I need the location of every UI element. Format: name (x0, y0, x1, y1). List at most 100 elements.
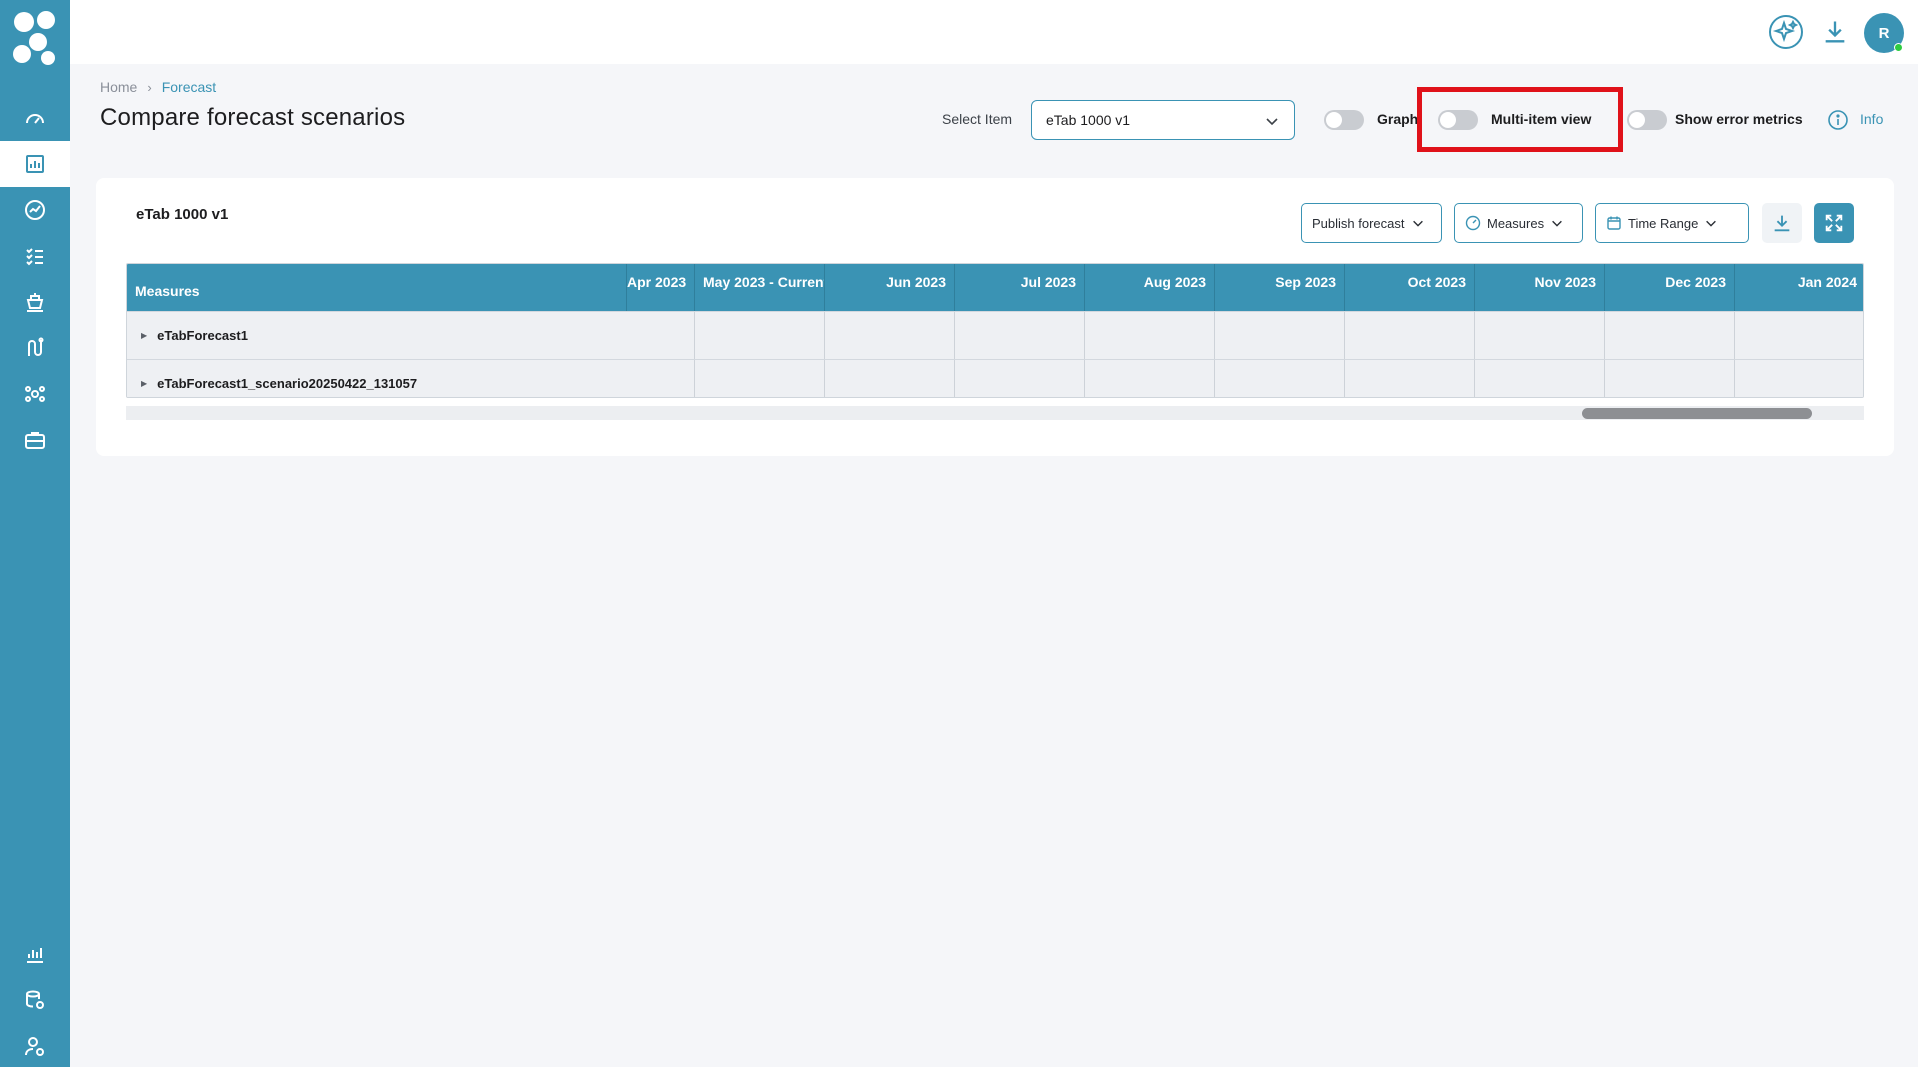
table-cell[interactable] (1604, 312, 1734, 360)
breadcrumb-home[interactable]: Home (100, 79, 137, 95)
horizontal-scrollbar[interactable] (126, 406, 1864, 420)
error-metrics-toggle[interactable] (1627, 110, 1667, 130)
nav-routes[interactable] (0, 325, 70, 371)
column-header[interactable]: Nov 2023 (1474, 264, 1604, 311)
table-cell[interactable] (1344, 312, 1474, 360)
nav-reports[interactable] (0, 931, 70, 977)
table-header: Measures Apr 2023 May 2023 - Current Jun… (127, 264, 1863, 311)
chevron-down-icon (1412, 220, 1423, 227)
column-header[interactable]: Jun 2023 (824, 264, 954, 311)
sparkle-icon (1769, 15, 1803, 49)
user-avatar[interactable]: R (1864, 13, 1904, 53)
row-label[interactable]: ▶ eTabForecast1_scenario20250422_131057 (141, 376, 417, 391)
download-button[interactable] (1817, 14, 1853, 50)
table-cell[interactable] (1604, 360, 1734, 397)
scenario-card: eTab 1000 v1 Publish forecast Measures T… (96, 178, 1894, 456)
table-row: ▶ eTabForecast1_scenario20250422_131057 (127, 359, 1863, 397)
nav-shipping[interactable] (0, 279, 70, 325)
row-label[interactable]: ▶ eTabForecast1 (141, 328, 248, 343)
app-logo-icon[interactable] (10, 8, 60, 72)
top-bar (70, 0, 1918, 64)
error-metrics-label: Show error metrics (1675, 111, 1803, 127)
nav-data-settings[interactable] (0, 977, 70, 1023)
column-header[interactable]: Sep 2023 (1214, 264, 1344, 311)
nav-user-settings[interactable] (0, 1023, 70, 1067)
breadcrumb: Home › Forecast (100, 79, 216, 95)
export-table-button[interactable] (1762, 203, 1802, 243)
user-gear-icon (25, 1037, 44, 1056)
nav-network[interactable] (0, 371, 70, 417)
chevron-down-icon (1266, 118, 1278, 126)
table-row: ▶ eTabForecast1 (127, 311, 1863, 360)
online-status-dot (1894, 43, 1903, 52)
trend-circle-icon (25, 200, 45, 220)
select-item-value: eTab 1000 v1 (1046, 112, 1131, 128)
publish-forecast-label: Publish forecast (1312, 215, 1405, 231)
column-header[interactable]: Dec 2023 (1604, 264, 1734, 311)
page-title: Compare forecast scenarios (100, 104, 406, 131)
highlight-box (1417, 87, 1623, 152)
table-cell[interactable] (954, 360, 1084, 397)
time-range-button[interactable]: Time Range (1595, 203, 1749, 243)
download-icon (1825, 21, 1845, 43)
table-cell[interactable] (1214, 312, 1344, 360)
table-cell[interactable] (1734, 312, 1863, 360)
nav-dashboard[interactable] (0, 95, 70, 141)
bar-chart-icon (26, 155, 44, 173)
column-header[interactable]: Apr 2023 (626, 264, 694, 311)
avatar-initial: R (1878, 24, 1890, 42)
network-icon (25, 386, 45, 402)
table-cell[interactable] (694, 312, 824, 360)
chevron-right-icon: › (147, 79, 152, 95)
calendar-icon (1607, 216, 1621, 230)
publish-forecast-button[interactable]: Publish forecast (1301, 203, 1442, 243)
expand-arrow-icon[interactable]: ▶ (141, 331, 147, 340)
gauge-icon (1465, 215, 1481, 231)
measures-button[interactable]: Measures (1454, 203, 1583, 243)
table-cell[interactable] (1214, 360, 1344, 397)
graph-toggle[interactable] (1324, 110, 1364, 130)
column-header[interactable]: May 2023 - Current (694, 264, 824, 311)
column-header[interactable]: Oct 2023 (1344, 264, 1474, 311)
scrollbar-thumb[interactable] (1582, 408, 1812, 419)
info-link[interactable]: Info (1860, 111, 1883, 127)
table-cell[interactable] (824, 360, 954, 397)
fullscreen-button[interactable] (1814, 203, 1854, 243)
briefcase-icon (25, 432, 45, 449)
table-cell[interactable] (1344, 360, 1474, 397)
column-header[interactable]: Aug 2023 (1084, 264, 1214, 311)
measures-label: Measures (1487, 215, 1545, 231)
nav-analytics[interactable] (0, 187, 70, 233)
expand-icon (1825, 214, 1843, 232)
toggle-knob (1629, 112, 1645, 128)
toggle-knob (1326, 112, 1342, 128)
row-name: eTabForecast1_scenario20250422_131057 (157, 376, 418, 391)
checklist-icon (26, 248, 43, 266)
speedometer-icon (26, 114, 44, 124)
measures-column-header: Measures (135, 283, 200, 299)
download-icon (1774, 215, 1790, 232)
select-item-dropdown[interactable]: eTab 1000 v1 (1031, 100, 1295, 140)
breadcrumb-current: Forecast (161, 79, 217, 95)
nav-tasks[interactable] (0, 233, 70, 279)
table-cell[interactable] (1734, 360, 1863, 397)
nav-forecast[interactable] (0, 141, 70, 187)
table-cell[interactable] (1474, 360, 1604, 397)
info-icon[interactable] (1827, 109, 1849, 131)
column-header[interactable]: Jul 2023 (954, 264, 1084, 311)
table-cell[interactable] (824, 312, 954, 360)
table-cell[interactable] (1474, 312, 1604, 360)
table-cell[interactable] (1084, 312, 1214, 360)
database-gear-icon (26, 990, 44, 1009)
sidebar (0, 0, 70, 1067)
table-cell[interactable] (1084, 360, 1214, 397)
ai-assistant-button[interactable] (1768, 14, 1804, 50)
table-cell[interactable] (694, 360, 824, 397)
column-header[interactable]: Jan 2024 (1734, 264, 1863, 311)
chevron-down-icon (1552, 220, 1562, 227)
expand-arrow-icon[interactable]: ▶ (141, 379, 147, 388)
nav-portfolio[interactable] (0, 417, 70, 463)
row-name: eTabForecast1 (157, 328, 248, 343)
forecast-table: Measures Apr 2023 May 2023 - Current Jun… (126, 263, 1864, 398)
table-cell[interactable] (954, 312, 1084, 360)
